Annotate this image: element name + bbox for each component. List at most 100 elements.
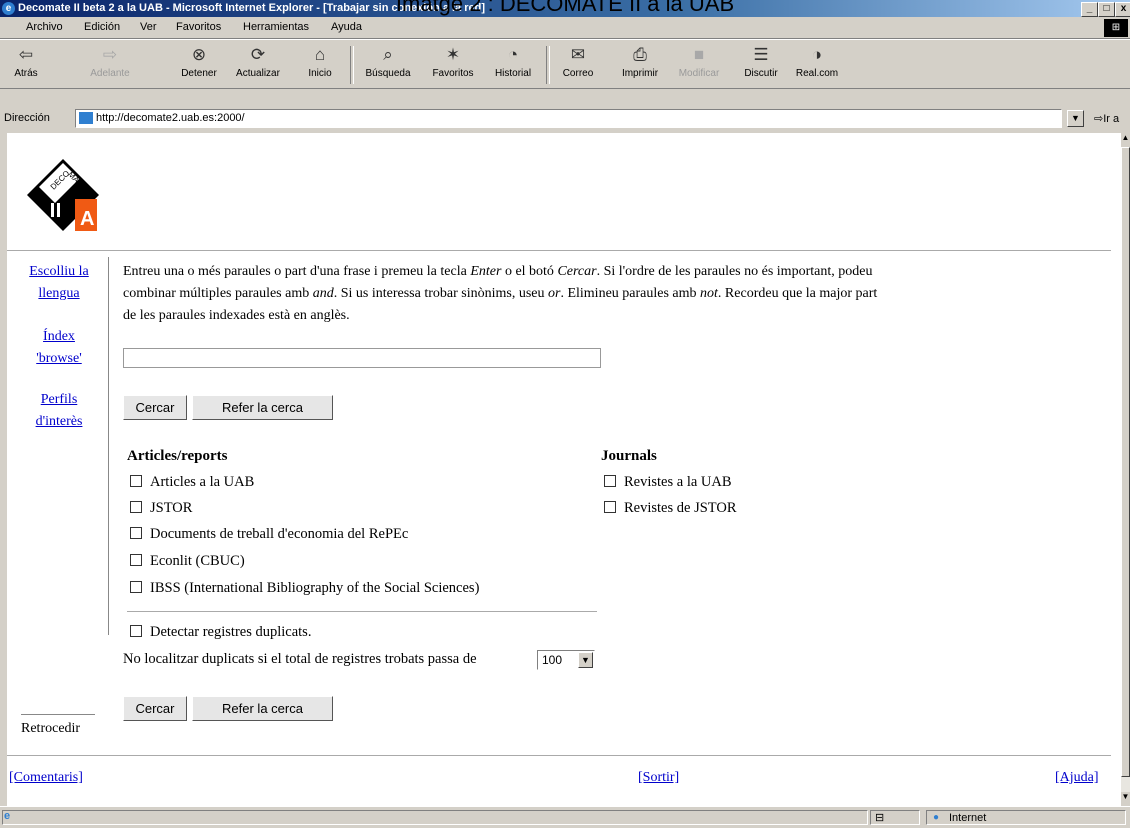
language-link-line1[interactable]: Escolliu la [29,264,89,279]
checkbox-revistes-uab[interactable]: Revistes a la UAB [604,474,732,491]
vertical-scrollbar[interactable]: ▲ ▼ [1121,133,1130,806]
scroll-thumb[interactable] [1121,147,1130,777]
checkbox[interactable] [130,553,142,566]
mail-button[interactable]: ✉ Correo [554,42,602,86]
checkbox-revistes-jstor[interactable]: Revistes de JSTOR [604,500,737,517]
network-panel: ⊟ [870,810,920,825]
page-icon [79,112,93,124]
duplicates-limit-label: No localitzar duplicats si el total de r… [123,651,477,667]
address-input[interactable]: http://decomate2.uab.es:2000/ [75,109,1062,128]
checkbox-econlit[interactable]: Econlit (CBUC) [130,553,245,570]
search-icon: ⌕ [383,45,393,64]
exit-link[interactable]: [Sortir] [638,767,679,789]
language-link-line2[interactable]: llengua [38,286,79,301]
menu-favoritos[interactable]: Favoritos [176,21,221,33]
menu-ver[interactable]: Ver [140,21,157,33]
mail-icon: ✉ [570,45,586,64]
checkbox[interactable] [130,526,142,539]
address-label: Dirección [4,112,50,124]
search-button-top[interactable]: Cercar [123,395,187,420]
go-arrow-icon: ⇨ [1094,113,1104,125]
refresh-icon: ⟳ [250,45,266,64]
checkbox[interactable] [604,500,616,513]
back-button[interactable]: ⇦ Atrás [4,42,48,86]
discuss-icon: ☰ [753,45,769,64]
back-link[interactable]: Retrocedir [21,718,95,740]
sidebar-item-index[interactable]: Índex 'browse' [21,326,97,370]
scroll-up-icon[interactable]: ▲ [1121,133,1130,147]
instructions-text: Entreu una o més paraules o part d'una f… [123,264,878,323]
menu-edicion[interactable]: Edición [84,21,120,33]
realcom-icon: ◑ [811,45,823,64]
chevron-down-icon[interactable]: ▼ [578,652,593,668]
address-bar: Dirección http://decomate2.uab.es:2000/ … [0,108,1130,130]
divider [7,250,1111,251]
checkbox-repec[interactable]: Documents de treball d'economia del RePE… [130,526,408,543]
search-button[interactable]: ⌕ Búsqueda [358,42,418,86]
stop-button[interactable]: ⊗ Detener [174,42,224,86]
favorites-icon: ✶ [445,45,461,64]
index-link-line1[interactable]: Índex [43,329,75,344]
toolbar-separator [546,46,550,84]
menu-archivo[interactable]: Archivo [26,21,63,33]
figure-caption: Imatge 2 : DECOMATE II a la UAB [395,0,735,16]
checkbox[interactable] [604,474,616,487]
search-button-bottom[interactable]: Cercar [123,696,187,721]
comments-link[interactable]: [Comentaris] [9,767,83,789]
scroll-down-icon[interactable]: ▼ [1121,792,1130,806]
address-dropdown-icon[interactable]: ▼ [1067,110,1084,127]
zone-panel: ● Internet [926,810,1126,825]
history-button[interactable]: ◔ Historial [488,42,538,86]
menu-bar: Archivo Edición Ver Favoritos Herramient… [0,17,1130,39]
edit-button[interactable]: ■ Modificar [674,42,724,86]
edit-icon: ■ [693,45,705,64]
go-button[interactable]: ⇨Ir a [1094,112,1119,125]
help-link[interactable]: [Ajuda] [1055,767,1099,789]
printer-icon: ⎙ [633,45,647,64]
status-bar: e ⊟ ● Internet [0,806,1130,828]
checkbox[interactable] [130,500,142,513]
globe-icon: ● [933,812,940,823]
reset-search-button-top[interactable]: Refer la cerca [192,395,333,420]
zone-label: Internet [949,812,987,824]
checkbox[interactable] [130,474,142,487]
stop-icon: ⊗ [191,45,207,64]
network-icon: ⊟ [875,812,885,824]
page-content: DECO MATE A Escolliu la llengua Índex 'b… [7,133,1121,806]
refresh-button[interactable]: ⟳ Actualizar [228,42,288,86]
favorites-button[interactable]: ✶ Favoritos [424,42,482,86]
reset-search-button-bottom[interactable]: Refer la cerca [192,696,333,721]
forward-arrow-icon: ⇨ [102,45,118,64]
duplicates-limit-select[interactable]: 100 ▼ [537,650,595,670]
checkbox-articles-uab[interactable]: Articles a la UAB [130,474,254,491]
status-text-panel [2,810,868,825]
checkbox-ibss[interactable]: IBSS (International Bibliography of the … [130,580,479,597]
home-button[interactable]: ⌂ Inicio [300,42,340,86]
decomate-logo: DECO MATE A [27,159,99,231]
divider [7,755,1111,756]
menu-ayuda[interactable]: Ayuda [331,21,362,33]
realcom-button[interactable]: ◑ Real.com [794,42,840,86]
toolbar-separator [350,46,354,84]
windows-logo-icon: ⊞ [1104,19,1128,37]
checkbox[interactable] [130,624,142,637]
checkbox-jstor[interactable]: JSTOR [130,500,192,517]
discuss-button[interactable]: ☰ Discutir [738,42,784,86]
index-link-line2[interactable]: 'browse' [36,351,81,366]
sidebar-item-profiles[interactable]: Perfils d'interès [21,389,97,433]
svg-text:A: A [80,208,94,230]
profiles-link-line2[interactable]: d'interès [36,414,83,429]
forward-button[interactable]: ⇨ Adelante [82,42,138,86]
journals-heading: Journals [601,448,657,464]
menu-herramientas[interactable]: Herramientas [243,21,309,33]
checkbox[interactable] [130,580,142,593]
search-input[interactable] [123,348,601,368]
sidebar-item-language[interactable]: Escolliu la llengua [21,261,97,305]
home-icon: ⌂ [314,45,326,64]
profiles-link-line1[interactable]: Perfils [41,392,78,407]
divider [21,714,95,715]
divider [127,611,597,612]
print-button[interactable]: ⎙ Imprimir [616,42,664,86]
back-arrow-icon: ⇦ [18,45,34,64]
checkbox-detect-duplicates[interactable]: Detectar registres duplicats. [130,624,311,641]
